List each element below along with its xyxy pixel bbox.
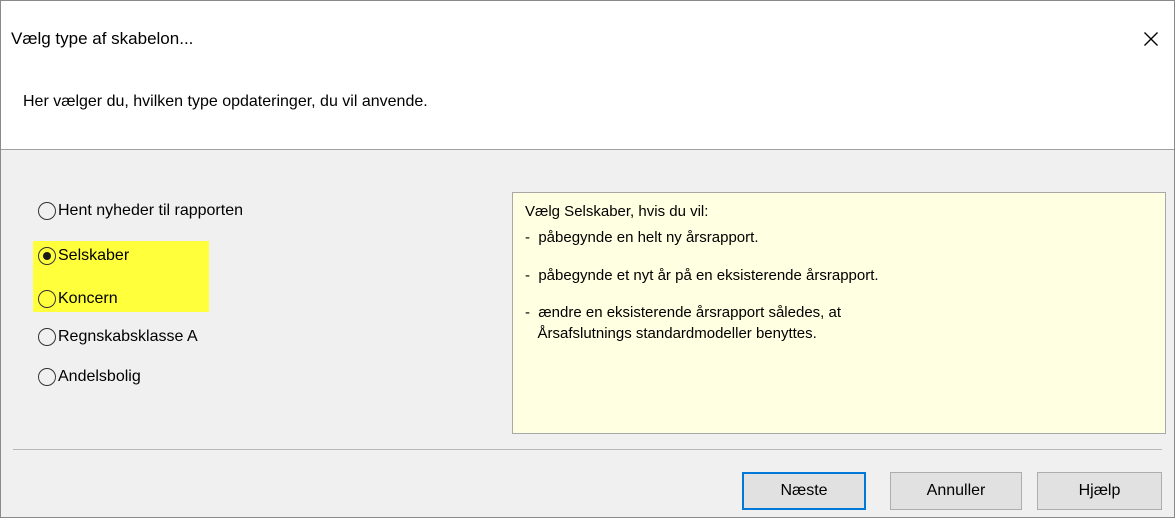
- info-line: - påbegynde et nyt år på en eksisterende…: [525, 267, 879, 284]
- option-label: Hent nyheder til rapporten: [58, 202, 243, 219]
- header-description: Her vælger du, hvilken type opdateringer…: [23, 93, 428, 110]
- title-bar: Vælg type af skabelon...: [1, 1, 1174, 59]
- option-andelsbolig[interactable]: Andelsbolig: [38, 365, 141, 389]
- option-label: Selskaber: [58, 247, 130, 264]
- option-label: Koncern: [58, 290, 118, 307]
- window-title: Vælg type af skabelon...: [11, 29, 194, 48]
- close-button[interactable]: [1128, 21, 1174, 57]
- close-icon: [1144, 32, 1158, 46]
- option-regnskabsklasse-a[interactable]: Regnskabsklasse A: [38, 325, 198, 349]
- radio-button-icon[interactable]: [38, 328, 56, 346]
- info-line: - påbegynde en helt ny årsrapport.: [525, 229, 759, 246]
- info-line: Årsafslutnings standardmodeller benyttes…: [525, 325, 817, 342]
- info-line: - ændre en eksisterende årsrapport såled…: [525, 304, 842, 321]
- radio-button-icon[interactable]: [38, 202, 56, 220]
- option-koncern[interactable]: Koncern: [38, 287, 118, 311]
- option-label: Regnskabsklasse A: [58, 328, 198, 345]
- option-selskaber[interactable]: Selskaber: [38, 244, 129, 268]
- option-hent-nyheder[interactable]: Hent nyheder til rapporten: [38, 199, 243, 223]
- info-line: Vælg Selskaber, hvis du vil:: [525, 203, 709, 220]
- header-panel: Her vælger du, hvilken type opdateringer…: [1, 59, 1174, 150]
- info-panel: Vælg Selskaber, hvis du vil: - påbegynde…: [512, 192, 1166, 434]
- radio-button-icon[interactable]: [38, 368, 56, 386]
- next-button[interactable]: Næste: [742, 472, 866, 510]
- cancel-button[interactable]: Annuller: [890, 472, 1022, 510]
- footer-divider: [13, 449, 1162, 450]
- radio-button-selected-icon[interactable]: [38, 247, 56, 265]
- radio-button-icon[interactable]: [38, 290, 56, 308]
- option-label: Andelsbolig: [58, 368, 141, 385]
- help-button[interactable]: Hjælp: [1037, 472, 1162, 510]
- dialog-window: Vælg type af skabelon... Her vælger du, …: [0, 0, 1175, 518]
